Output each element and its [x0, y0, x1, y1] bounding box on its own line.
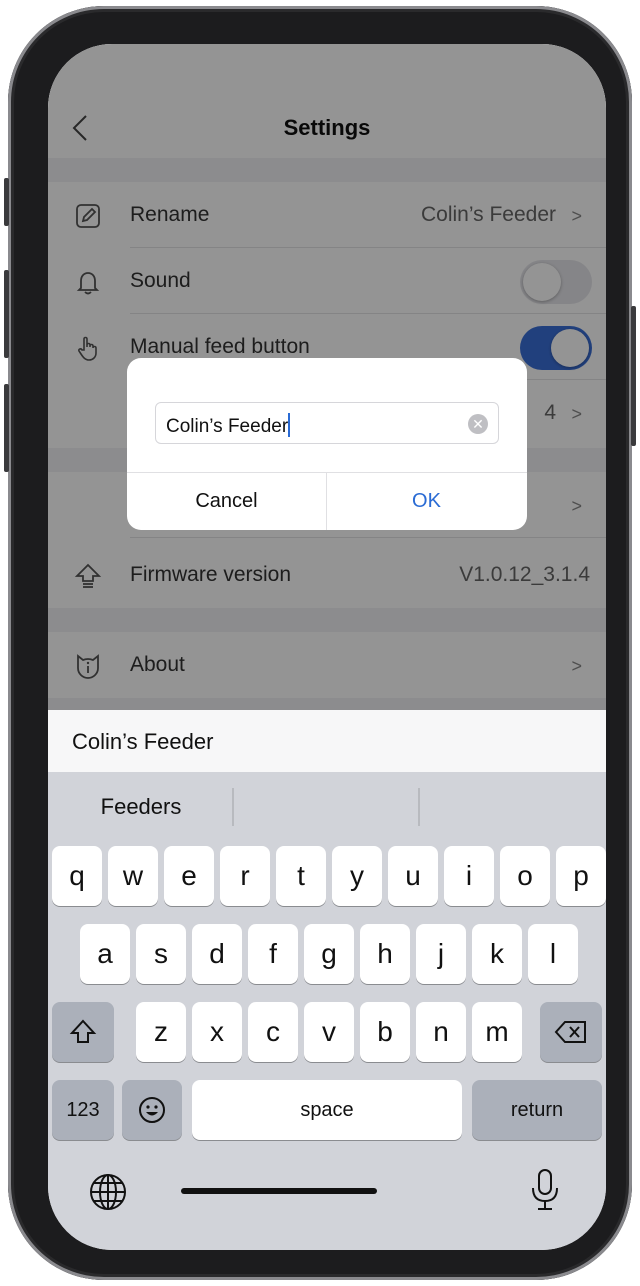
backspace-icon — [554, 1021, 586, 1043]
text-caret — [288, 413, 291, 437]
keyboard: Feeders q w e r t y u i o p a s d f g h … — [48, 772, 606, 1250]
key-y[interactable]: y — [332, 846, 382, 906]
key-o[interactable]: o — [500, 846, 550, 906]
globe-icon[interactable] — [88, 1172, 128, 1212]
prediction-3[interactable] — [420, 772, 606, 842]
key-n[interactable]: n — [416, 1002, 466, 1062]
rename-input[interactable]: Colin’s Feeder ✕ — [155, 402, 499, 444]
home-indicator — [181, 1188, 377, 1194]
key-a[interactable]: a — [80, 924, 130, 984]
accessory-text: Colin’s Feeder — [72, 729, 214, 754]
key-q[interactable]: q — [52, 846, 102, 906]
key-l[interactable]: l — [528, 924, 578, 984]
input-accessory-bar: Colin’s Feeder — [48, 710, 606, 772]
space-key[interactable]: space — [192, 1080, 462, 1140]
prediction-2[interactable] — [234, 772, 420, 842]
prediction-1[interactable]: Feeders — [48, 772, 234, 842]
emoji-key[interactable] — [122, 1080, 182, 1140]
volume-down-button — [4, 384, 9, 472]
key-r[interactable]: r — [220, 846, 270, 906]
key-v[interactable]: v — [304, 1002, 354, 1062]
key-c[interactable]: c — [248, 1002, 298, 1062]
key-d[interactable]: d — [192, 924, 242, 984]
rename-input-text: Colin’s Feeder — [166, 413, 291, 438]
key-b[interactable]: b — [360, 1002, 410, 1062]
key-w[interactable]: w — [108, 846, 158, 906]
phone-screen: Settings Rename Colin’s Feeder > Sound M… — [48, 44, 606, 1250]
return-key[interactable]: return — [472, 1080, 602, 1140]
ok-button[interactable]: OK — [327, 472, 526, 530]
key-j[interactable]: j — [416, 924, 466, 984]
shift-arrow-icon — [69, 1019, 97, 1043]
microphone-icon[interactable] — [530, 1168, 560, 1212]
key-s[interactable]: s — [136, 924, 186, 984]
delete-key[interactable] — [540, 1002, 602, 1062]
numbers-key[interactable]: 123 — [52, 1080, 114, 1140]
clear-text-icon[interactable]: ✕ — [468, 414, 488, 434]
key-h[interactable]: h — [360, 924, 410, 984]
power-button — [631, 306, 636, 446]
key-g[interactable]: g — [304, 924, 354, 984]
key-t[interactable]: t — [276, 846, 326, 906]
mute-switch — [4, 178, 9, 226]
key-p[interactable]: p — [556, 846, 606, 906]
key-z[interactable]: z — [136, 1002, 186, 1062]
key-x[interactable]: x — [192, 1002, 242, 1062]
key-k[interactable]: k — [472, 924, 522, 984]
shift-key[interactable] — [52, 1002, 114, 1062]
cancel-button[interactable]: Cancel — [127, 472, 326, 530]
key-i[interactable]: i — [444, 846, 494, 906]
rename-dialog: Colin’s Feeder ✕ Cancel OK — [127, 358, 527, 530]
emoji-icon — [139, 1097, 165, 1123]
volume-up-button — [4, 270, 9, 358]
key-f[interactable]: f — [248, 924, 298, 984]
key-m[interactable]: m — [472, 1002, 522, 1062]
key-u[interactable]: u — [388, 846, 438, 906]
key-e[interactable]: e — [164, 846, 214, 906]
